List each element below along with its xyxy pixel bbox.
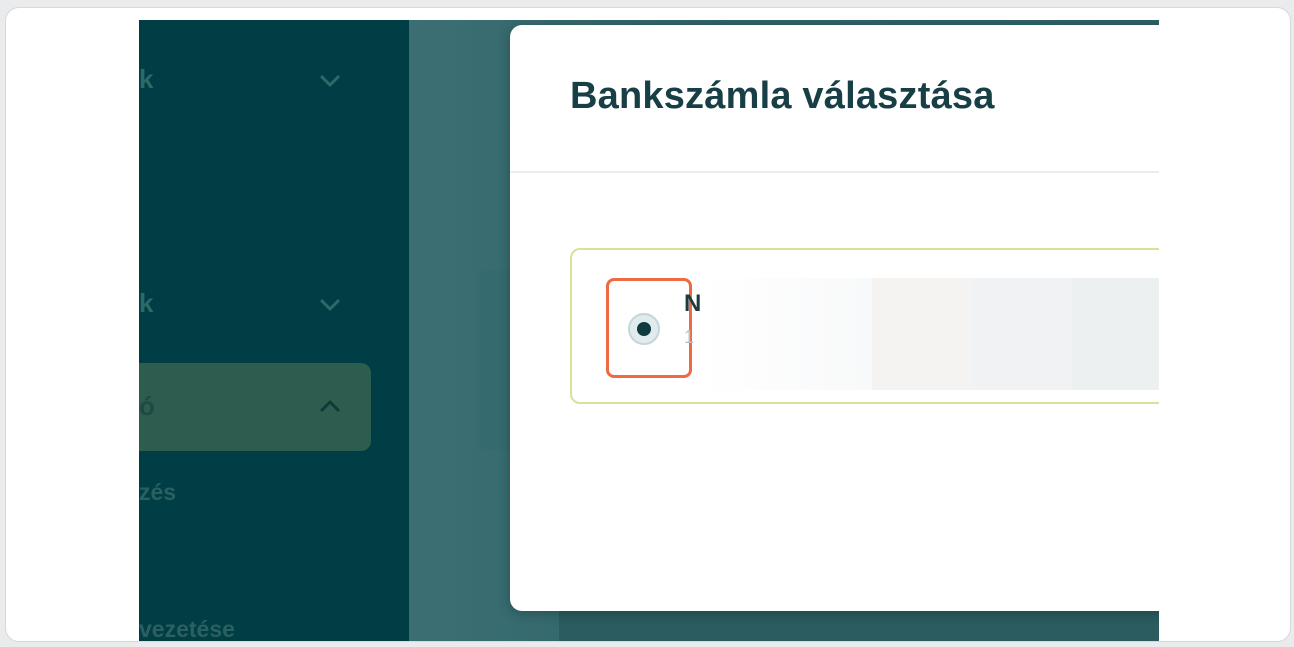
modal-title: Bankszámla választása bbox=[570, 75, 995, 117]
click-highlight-box bbox=[606, 278, 692, 378]
sidebar-item-1[interactable]: k bbox=[139, 64, 409, 104]
redacted-segment bbox=[872, 278, 972, 390]
sidebar-subitem-2[interactable]: vezetése bbox=[139, 616, 235, 641]
sidebar: k k ó zés vezetése bbox=[139, 20, 409, 641]
bank-account-option[interactable]: N 1 bbox=[570, 248, 1159, 404]
redacted-segment bbox=[1072, 278, 1159, 390]
sidebar-subitem-1[interactable]: zés bbox=[139, 479, 176, 506]
account-number: 1 bbox=[684, 327, 695, 347]
sidebar-item-2[interactable]: k bbox=[139, 288, 409, 328]
sidebar-item-label: k bbox=[139, 288, 154, 318]
chevron-down-icon[interactable] bbox=[319, 294, 341, 316]
chevron-down-icon[interactable] bbox=[319, 70, 341, 92]
background-panel bbox=[559, 610, 1159, 641]
sidebar-item-active[interactable]: ó bbox=[139, 363, 371, 451]
sidebar-item-label: k bbox=[139, 64, 154, 94]
select-bank-account-modal: Bankszámla választása N 1 bbox=[510, 25, 1159, 611]
account-name: N bbox=[684, 290, 702, 317]
app-viewport: k k ó zés vezetése Bankszámla választása… bbox=[139, 20, 1159, 641]
modal-divider bbox=[510, 171, 1159, 173]
chevron-up-icon[interactable] bbox=[319, 395, 341, 417]
screenshot-frame: k k ó zés vezetése Bankszámla választása… bbox=[5, 7, 1291, 642]
redacted-segment bbox=[972, 278, 1072, 390]
sidebar-item-label: ó bbox=[139, 391, 155, 421]
